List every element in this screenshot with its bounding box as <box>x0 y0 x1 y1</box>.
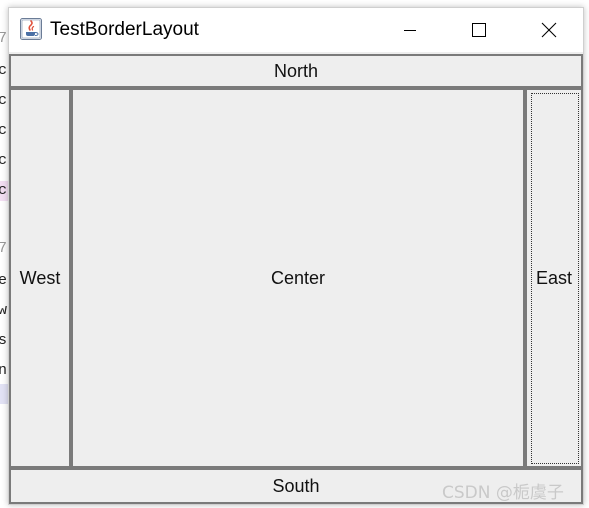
editor-line: s <box>0 332 8 349</box>
center-button[interactable]: Center <box>71 88 525 468</box>
west-button[interactable]: West <box>9 88 71 468</box>
east-label: East <box>535 267 573 288</box>
south-label: South <box>272 475 320 496</box>
minimize-button[interactable] <box>387 8 433 52</box>
editor-line: 7 <box>0 30 8 47</box>
close-icon <box>541 22 557 38</box>
watermark: CSDN @栀虞子 <box>442 483 564 503</box>
maximize-icon <box>472 23 486 37</box>
east-button[interactable]: East <box>525 88 583 468</box>
north-label: North <box>273 60 318 81</box>
north-button[interactable]: North <box>9 54 583 88</box>
maximize-button[interactable] <box>456 8 502 52</box>
app-window: TestBorderLayout North West Center East … <box>8 7 584 505</box>
title-bar[interactable]: TestBorderLayout <box>9 8 583 52</box>
center-label: Center <box>270 267 326 288</box>
content-pane: North West Center East South <box>9 52 583 504</box>
close-button[interactable] <box>526 8 572 52</box>
window-title: TestBorderLayout <box>50 19 199 40</box>
editor-line: c <box>0 92 8 109</box>
minimize-icon <box>404 30 416 31</box>
editor-line: c <box>0 62 8 79</box>
editor-line: 7 <box>0 240 8 257</box>
editor-line: w <box>0 302 8 319</box>
west-label: West <box>19 267 61 288</box>
java-app-icon <box>20 18 42 40</box>
